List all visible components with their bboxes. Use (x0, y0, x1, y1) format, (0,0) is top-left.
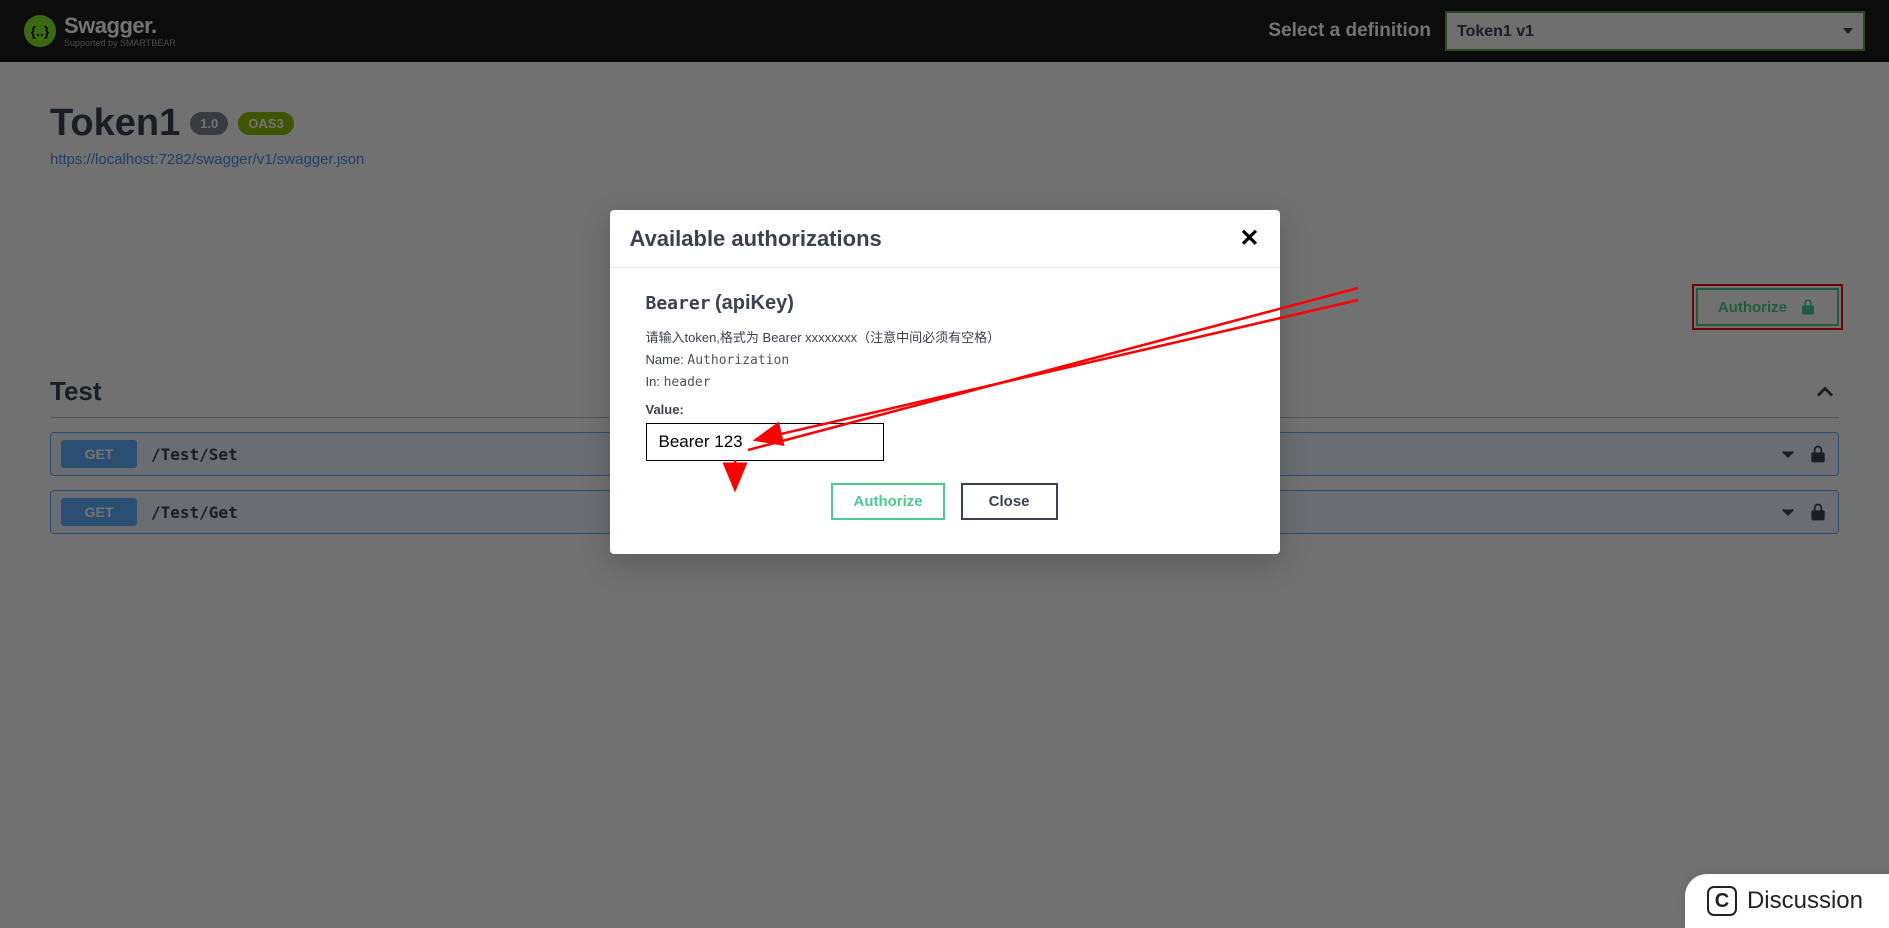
auth-value-label: Value: (646, 402, 1244, 417)
modal-overlay: Available authorizations ✕ Bearer (apiKe… (0, 0, 1889, 928)
auth-in-value: header (664, 375, 711, 390)
auth-name-key: Name: (646, 352, 684, 367)
modal-authorize-button[interactable]: Authorize (831, 483, 944, 520)
auth-value-input[interactable] (646, 423, 884, 461)
auth-modal: Available authorizations ✕ Bearer (apiKe… (610, 210, 1280, 554)
modal-close-action-button[interactable]: Close (961, 483, 1058, 520)
modal-title: Available authorizations (630, 226, 882, 252)
auth-name-value: Authorization (687, 353, 789, 368)
copyright-icon: C (1707, 886, 1737, 916)
auth-in-key: In: (646, 374, 660, 389)
discussion-label: Discussion (1747, 887, 1863, 915)
auth-scheme-type: (apiKey) (715, 292, 794, 314)
auth-description: 请输入token,格式为 Bearer xxxxxxxx（注意中间必须有空格） (646, 327, 1244, 346)
discussion-badge[interactable]: C Discussion (1685, 874, 1889, 928)
modal-close-button[interactable]: ✕ (1239, 224, 1259, 253)
auth-scheme-name: Bearer (646, 293, 711, 314)
